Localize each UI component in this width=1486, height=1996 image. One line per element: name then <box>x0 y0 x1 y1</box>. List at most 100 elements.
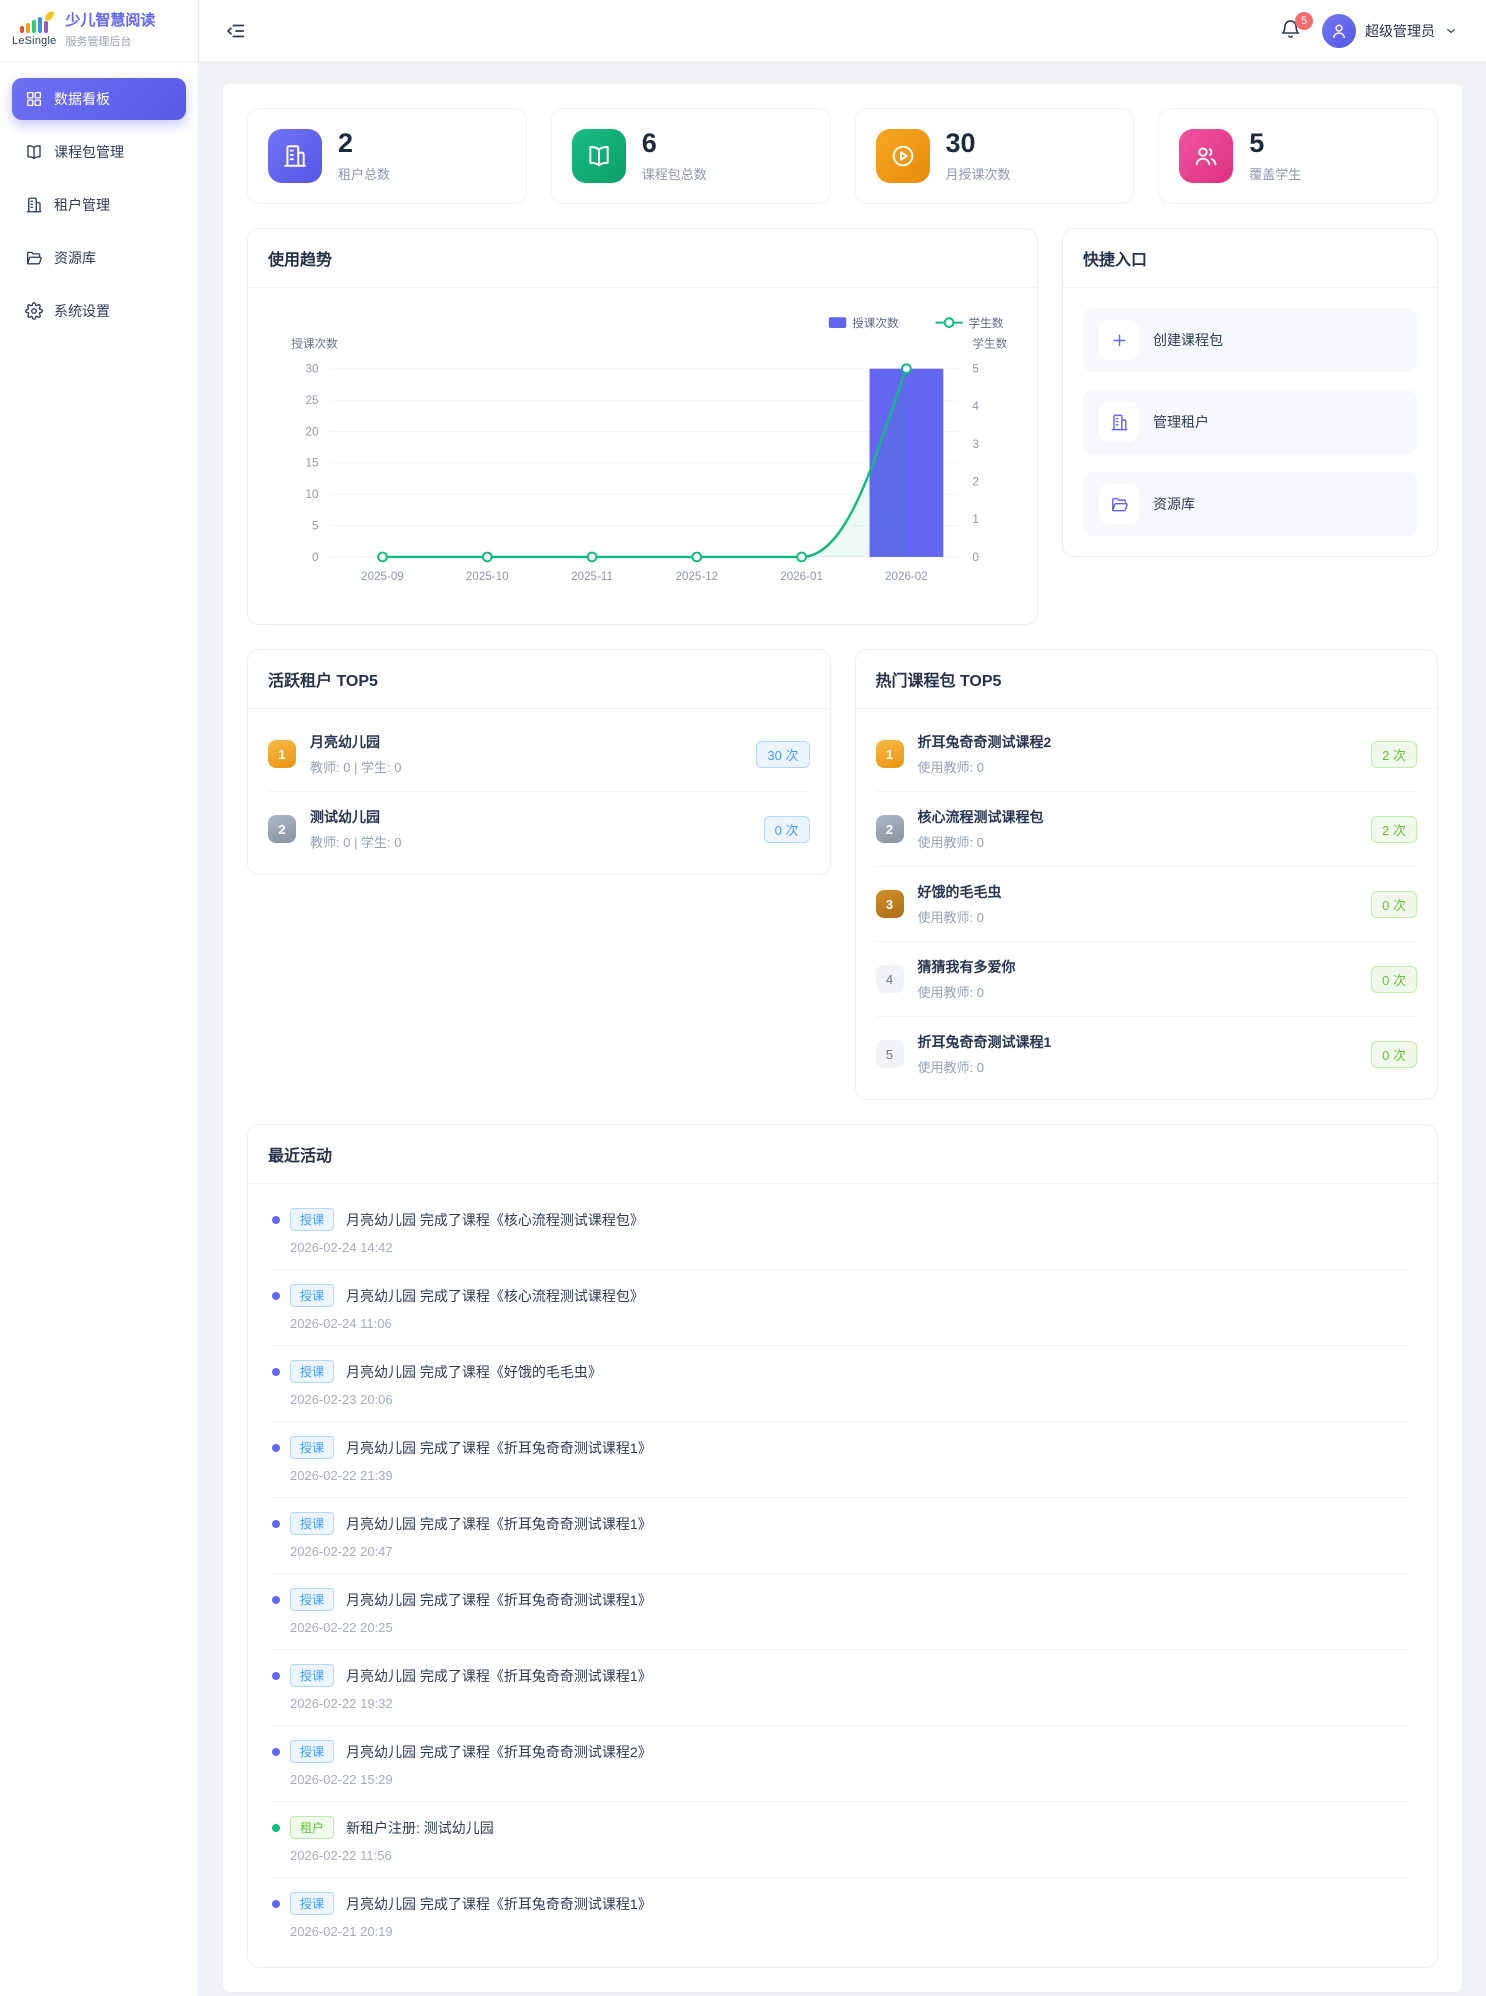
plus-icon <box>1110 331 1129 350</box>
stat-texts: 5 覆盖学生 <box>1249 129 1301 183</box>
svg-text:2026-01: 2026-01 <box>780 570 823 583</box>
activity-item: 授课 月亮幼儿园 完成了课程《核心流程测试课程包》 2026-02-24 11:… <box>272 1270 1413 1346</box>
rank-info: 好饿的毛毛虫 使用教师: 0 <box>918 882 1358 926</box>
quick-entry-1[interactable]: 管理租户 <box>1083 390 1417 454</box>
svg-text:2025-10: 2025-10 <box>466 570 509 583</box>
app-root: LeSingle 少儿智慧阅读 服务管理后台 数据看板 课程包管理 租户管理 资… <box>0 0 1486 1996</box>
building-icon <box>282 143 308 169</box>
sidebar-item-0[interactable]: 数据看板 <box>12 78 186 120</box>
activity-dot <box>272 1900 280 1908</box>
user-icon <box>1330 22 1348 40</box>
svg-text:2: 2 <box>972 476 978 489</box>
book-icon <box>586 143 612 169</box>
activity-item: 授课 月亮幼儿园 完成了课程《折耳兔奇奇测试课程1》 2026-02-22 19… <box>272 1650 1413 1726</box>
quick-entry-0[interactable]: 创建课程包 <box>1083 308 1417 372</box>
hot-packages-title: 热门课程包 TOP5 <box>856 650 1438 709</box>
count-badge: 2 次 <box>1371 816 1417 843</box>
rank-name: 月亮幼儿园 <box>310 732 742 752</box>
gear-icon <box>25 302 43 320</box>
topbar: 5 超级管理员 <box>199 0 1486 62</box>
stats-row: 2 租户总数 6 课程包总数 30 月授课次数 5 覆盖学生 <box>247 108 1438 204</box>
rank-info: 折耳兔奇奇测试课程2 使用教师: 0 <box>918 732 1358 776</box>
quick-entry-2[interactable]: 资源库 <box>1083 472 1417 536</box>
list-item[interactable]: 2 测试幼儿园 教师: 0 | 学生: 0 0 次 <box>268 792 810 866</box>
book-icon <box>25 143 43 161</box>
svg-text:4: 4 <box>972 400 979 413</box>
recent-activity-title: 最近活动 <box>248 1125 1437 1184</box>
brand-logo: LeSingle <box>12 15 56 47</box>
sidebar-item-label: 资源库 <box>54 248 96 268</box>
quick-entry-list: 创建课程包 管理租户 资源库 <box>1063 288 1437 556</box>
avatar <box>1322 14 1356 48</box>
activity-text: 月亮幼儿园 完成了课程《折耳兔奇奇测试课程1》 <box>346 1514 652 1534</box>
activity-time: 2026-02-22 15:29 <box>290 1772 1413 1787</box>
stat-value: 30 <box>946 129 1011 159</box>
stat-card-3: 5 覆盖学生 <box>1158 108 1438 204</box>
quick-entry-icon-wrap <box>1099 402 1139 442</box>
activity-time: 2026-02-22 20:47 <box>290 1544 1413 1559</box>
topbar-right: 5 超级管理员 <box>1280 14 1458 48</box>
usage-trend-title: 使用趋势 <box>248 229 1037 288</box>
activity-tag: 授课 <box>290 1436 334 1459</box>
sidebar-collapse-button[interactable] <box>225 20 247 42</box>
sidebar-item-2[interactable]: 租户管理 <box>12 184 186 226</box>
quick-entry-title: 快捷入口 <box>1063 229 1437 288</box>
main-column: 5 超级管理员 2 <box>199 0 1486 1996</box>
stat-value: 5 <box>1249 129 1301 159</box>
list-item[interactable]: 4 猜猜我有多爱你 使用教师: 0 0 次 <box>876 942 1418 1017</box>
rank-badge: 2 <box>268 815 296 843</box>
rank-info: 核心流程测试课程包 使用教师: 0 <box>918 807 1358 851</box>
activity-text: 月亮幼儿园 完成了课程《折耳兔奇奇测试课程1》 <box>346 1590 652 1610</box>
activity-time: 2026-02-23 20:06 <box>290 1392 1413 1407</box>
activity-line: 授课 月亮幼儿园 完成了课程《核心流程测试课程包》 <box>272 1208 1413 1231</box>
brand-text: 少儿智慧阅读 服务管理后台 <box>65 12 155 49</box>
svg-text:0: 0 <box>972 551 979 564</box>
rank-info: 测试幼儿园 教师: 0 | 学生: 0 <box>310 807 750 851</box>
stat-card-1: 6 课程包总数 <box>551 108 831 204</box>
svg-text:学生数: 学生数 <box>972 336 1007 350</box>
sidebar-menu: 数据看板 课程包管理 租户管理 资源库 系统设置 <box>0 62 198 359</box>
dashboard-card: 2 租户总数 6 课程包总数 30 月授课次数 5 覆盖学生 使用趋势 <box>223 84 1462 1992</box>
users-icon <box>1193 143 1219 169</box>
rank-badge: 3 <box>876 890 904 918</box>
svg-text:20: 20 <box>306 425 319 438</box>
activity-time: 2026-02-22 19:32 <box>290 1696 1413 1711</box>
rank-info: 折耳兔奇奇测试课程1 使用教师: 0 <box>918 1032 1358 1076</box>
sidebar: LeSingle 少儿智慧阅读 服务管理后台 数据看板 课程包管理 租户管理 资… <box>0 0 199 1996</box>
rank-badge: 4 <box>876 965 904 993</box>
sidebar-item-label: 系统设置 <box>54 301 110 321</box>
activity-text: 月亮幼儿园 完成了课程《好饿的毛毛虫》 <box>346 1362 602 1382</box>
list-item[interactable]: 3 好饿的毛毛虫 使用教师: 0 0 次 <box>876 867 1418 942</box>
activity-tag: 授课 <box>290 1208 334 1231</box>
svg-text:0: 0 <box>312 551 319 564</box>
user-menu[interactable]: 超级管理员 <box>1322 14 1458 48</box>
activity-dot <box>272 1748 280 1756</box>
sidebar-item-4[interactable]: 系统设置 <box>12 290 186 332</box>
list-item[interactable]: 2 核心流程测试课程包 使用教师: 0 2 次 <box>876 792 1418 867</box>
sidebar-item-3[interactable]: 资源库 <box>12 237 186 279</box>
activity-item: 授课 月亮幼儿园 完成了课程《折耳兔奇奇测试课程1》 2026-02-21 20… <box>272 1878 1413 1953</box>
list-item[interactable]: 5 折耳兔奇奇测试课程1 使用教师: 0 0 次 <box>876 1017 1418 1091</box>
rank-meta: 使用教师: 0 <box>918 1057 1358 1076</box>
sidebar-item-label: 课程包管理 <box>54 142 124 162</box>
rank-name: 测试幼儿园 <box>310 807 750 827</box>
activity-dot <box>272 1824 280 1832</box>
rank-badge: 1 <box>268 740 296 768</box>
play-icon <box>890 143 916 169</box>
list-item[interactable]: 1 折耳兔奇奇测试课程2 使用教师: 0 2 次 <box>876 717 1418 792</box>
activity-line: 授课 月亮幼儿园 完成了课程《折耳兔奇奇测试课程1》 <box>272 1512 1413 1535</box>
activity-dot <box>272 1368 280 1376</box>
quick-entry-panel: 快捷入口 创建课程包 管理租户 资源库 <box>1062 228 1438 557</box>
activity-tag: 授课 <box>290 1360 334 1383</box>
stat-card-0: 2 租户总数 <box>247 108 527 204</box>
activity-dot <box>272 1444 280 1452</box>
rank-meta: 教师: 0 | 学生: 0 <box>310 757 742 776</box>
active-tenants-list: 1 月亮幼儿园 教师: 0 | 学生: 0 30 次 2 测试幼儿园 教师: 0… <box>248 709 830 874</box>
notifications-button[interactable]: 5 <box>1280 19 1304 43</box>
activity-dot <box>272 1292 280 1300</box>
activity-time: 2026-02-22 11:56 <box>290 1848 1413 1863</box>
list-item[interactable]: 1 月亮幼儿园 教师: 0 | 学生: 0 30 次 <box>268 717 810 792</box>
sidebar-item-1[interactable]: 课程包管理 <box>12 131 186 173</box>
activity-line: 授课 月亮幼儿园 完成了课程《好饿的毛毛虫》 <box>272 1360 1413 1383</box>
activity-tag: 授课 <box>290 1588 334 1611</box>
